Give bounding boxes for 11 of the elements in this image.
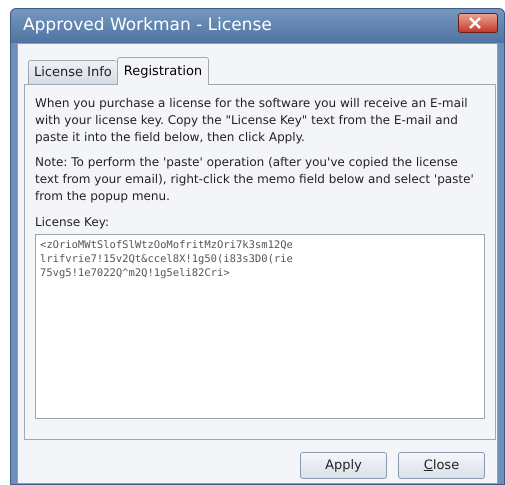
- close-icon: [469, 17, 481, 29]
- window-title: Approved Workman - License: [23, 14, 272, 38]
- license-key-field[interactable]: <zOrioMWtSlofSlWtzOoMofritMzOri7k3sm12Qe lrifvrie7!15v2Qt&ccel8X!1g50(i83s3D0(rie 75vg5!1e7022Q^m2Q!1g5eli82Cri>: [35, 234, 485, 419]
- dialog-button[interactable]: Apply: [300, 452, 387, 479]
- note-text: Note: To perform the 'paste' operation (after you've copied the license text from your email), right-click the memo field below and select 'paste' from the popup menu.: [35, 154, 475, 205]
- license-key-label: License Key:: [35, 214, 109, 231]
- tab[interactable]: License Info: [28, 60, 117, 84]
- dialog-button[interactable]: Close: [398, 452, 485, 479]
- close-button[interactable]: [458, 13, 498, 33]
- tab[interactable]: Registration: [116, 57, 210, 85]
- instructions-text: When you purchase a license for the software you will receive an E-mail with your license key. Copy the "License Key" text from the E-mail and paste it into the field below, then click Apply.: [35, 95, 469, 146]
